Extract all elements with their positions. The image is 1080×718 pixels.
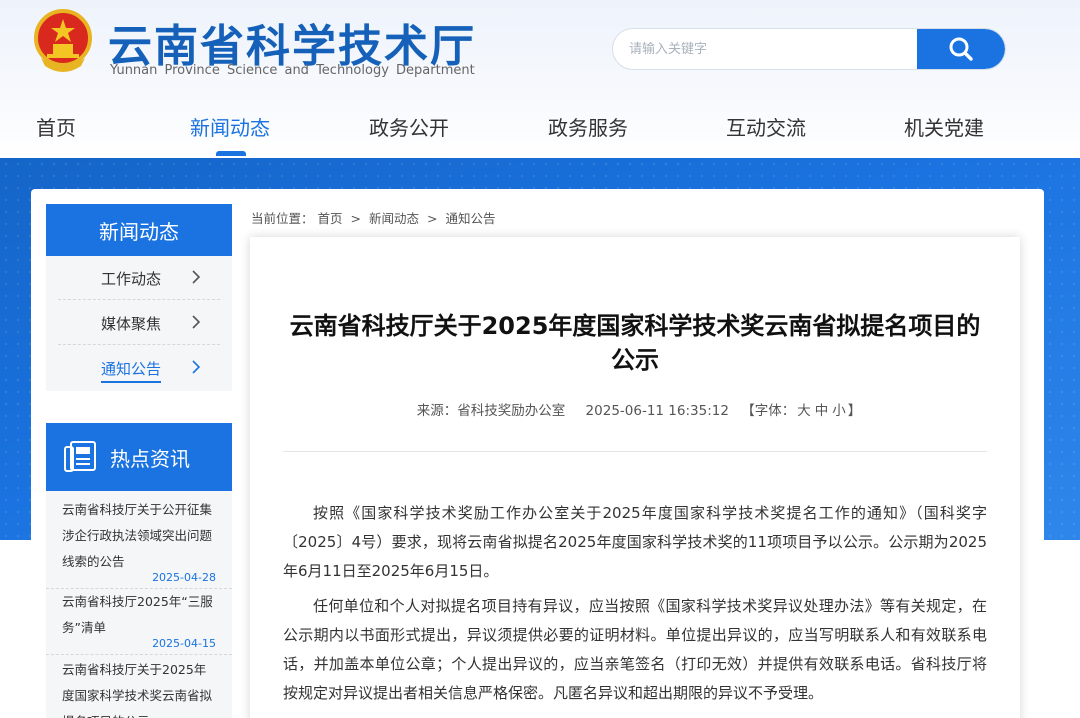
chevron-right-icon — [192, 270, 200, 284]
list-item[interactable]: 云南省科技厅2025年“三服务”清单 2025-04-15 — [46, 589, 232, 655]
hot-news-item-title: 云南省科技厅关于2025年度国家科学技术奖云南省拟提名项目的公示 — [62, 662, 213, 718]
article-source: 来源：省科技奖励办公室 — [416, 403, 566, 419]
chevron-right-icon — [192, 360, 200, 374]
nav-active-indicator — [216, 151, 246, 156]
sidebar-item-media[interactable]: 媒体聚焦 — [58, 301, 220, 345]
main-container: 新闻动态 工作动态 媒体聚焦 通知公告 热点资讯 云南省科技厅关于公开征集涉企行… — [31, 189, 1044, 718]
list-item[interactable]: 云南省科技厅关于2025年度国家科学技术奖云南省拟提名项目的公示 — [46, 657, 232, 718]
breadcrumb: 当前位置： 首页 > 新闻动态 > 通知公告 — [251, 208, 495, 227]
news-document-icon — [64, 441, 96, 472]
article-paragraph: 按照《国家科学技术奖励工作办公室关于2025年度国家科学技术奖提名工作的通知》（… — [283, 504, 987, 580]
hot-news-list: 云南省科技厅关于公开征集涉企行政执法领域突出问题线索的公告 2025-04-28… — [46, 491, 232, 718]
nav-party-building[interactable]: 机关党建 — [904, 112, 984, 141]
site-header: 云南省科学技术厅 Yunnan Province Science and Tec… — [0, 0, 1080, 158]
breadcrumb-prefix: 当前位置： — [251, 211, 314, 226]
search-box — [612, 28, 1006, 70]
font-size-prefix: 【字体： — [741, 403, 796, 419]
article-panel: 云南省科技厅关于2025年度国家科学技术奖云南省拟提名项目的公示 来源：省科技奖… — [250, 237, 1020, 718]
sidebar-item-label: 媒体聚焦 — [101, 315, 162, 333]
breadcrumb-home[interactable]: 首页 — [318, 211, 343, 226]
list-item[interactable]: 云南省科技厅关于公开征集涉企行政执法领域突出问题线索的公告 2025-04-28 — [46, 497, 232, 589]
breadcrumb-separator: > — [350, 211, 361, 226]
font-size-small-button[interactable]: 小 — [832, 403, 846, 419]
breadcrumb-news[interactable]: 新闻动态 — [369, 211, 419, 226]
hot-news-item-title: 云南省科技厅关于公开征集涉企行政执法领域突出问题线索的公告 — [62, 502, 213, 569]
article-title: 云南省科技厅关于2025年度国家科学技术奖云南省拟提名项目的公示 — [289, 312, 981, 374]
breadcrumb-notices[interactable]: 通知公告 — [445, 211, 495, 226]
nav-interaction[interactable]: 互动交流 — [726, 112, 806, 141]
font-size-control: 【字体：大中小】 — [741, 403, 861, 419]
sidebar-item-notices[interactable]: 通知公告 — [58, 346, 220, 390]
sidebar-item-work-news[interactable]: 工作动态 — [58, 256, 220, 300]
site-subtitle: Yunnan Province Science and Technology D… — [110, 63, 475, 78]
hot-news-title: 热点资讯 — [110, 447, 190, 471]
national-emblem-icon — [34, 9, 92, 72]
breadcrumb-separator: > — [426, 211, 438, 226]
search-button[interactable] — [917, 29, 1005, 69]
font-size-large-button[interactable]: 大 — [797, 403, 811, 419]
hot-news-item-title: 云南省科技厅2025年“三服务”清单 — [62, 594, 213, 635]
hot-news-item-date: 2025-04-28 — [152, 571, 216, 584]
search-input[interactable] — [629, 29, 909, 69]
article-meta: 来源：省科技奖励办公室 2025-06-11 16:35:12 【字体：大中小】 — [250, 399, 1020, 419]
nav-home[interactable]: 首页 — [36, 112, 76, 141]
article-divider — [283, 451, 987, 452]
article-paragraph: 任何单位和个人对拟提名项目持有异议，应当按照《国家科学技术奖异议处理办法》等有关… — [283, 597, 987, 702]
nav-government-services[interactable]: 政务服务 — [548, 112, 628, 141]
sidebar-heading: 新闻动态 — [46, 204, 232, 256]
font-size-suffix: 】 — [847, 403, 862, 419]
main-nav: 首页 新闻动态 政务公开 政务服务 互动交流 机关党建 — [0, 100, 1080, 156]
sidebar-item-label: 工作动态 — [101, 270, 162, 288]
search-icon — [949, 37, 973, 61]
article-body: 按照《国家科学技术奖励工作办公室关于2025年度国家科学技术奖提名工作的通知》（… — [283, 499, 987, 714]
nav-news[interactable]: 新闻动态 — [190, 112, 270, 141]
article-datetime: 2025-06-11 16:35:12 — [585, 403, 729, 419]
hot-news-heading: 热点资讯 — [46, 423, 232, 491]
font-size-medium-button[interactable]: 中 — [815, 403, 829, 419]
nav-government-affairs[interactable]: 政务公开 — [369, 112, 449, 141]
hot-news-item-date: 2025-04-15 — [152, 637, 216, 650]
sidebar-nav: 工作动态 媒体聚焦 通知公告 — [46, 256, 232, 391]
chevron-right-icon — [192, 315, 200, 329]
sidebar-item-label: 通知公告 — [101, 358, 162, 383]
